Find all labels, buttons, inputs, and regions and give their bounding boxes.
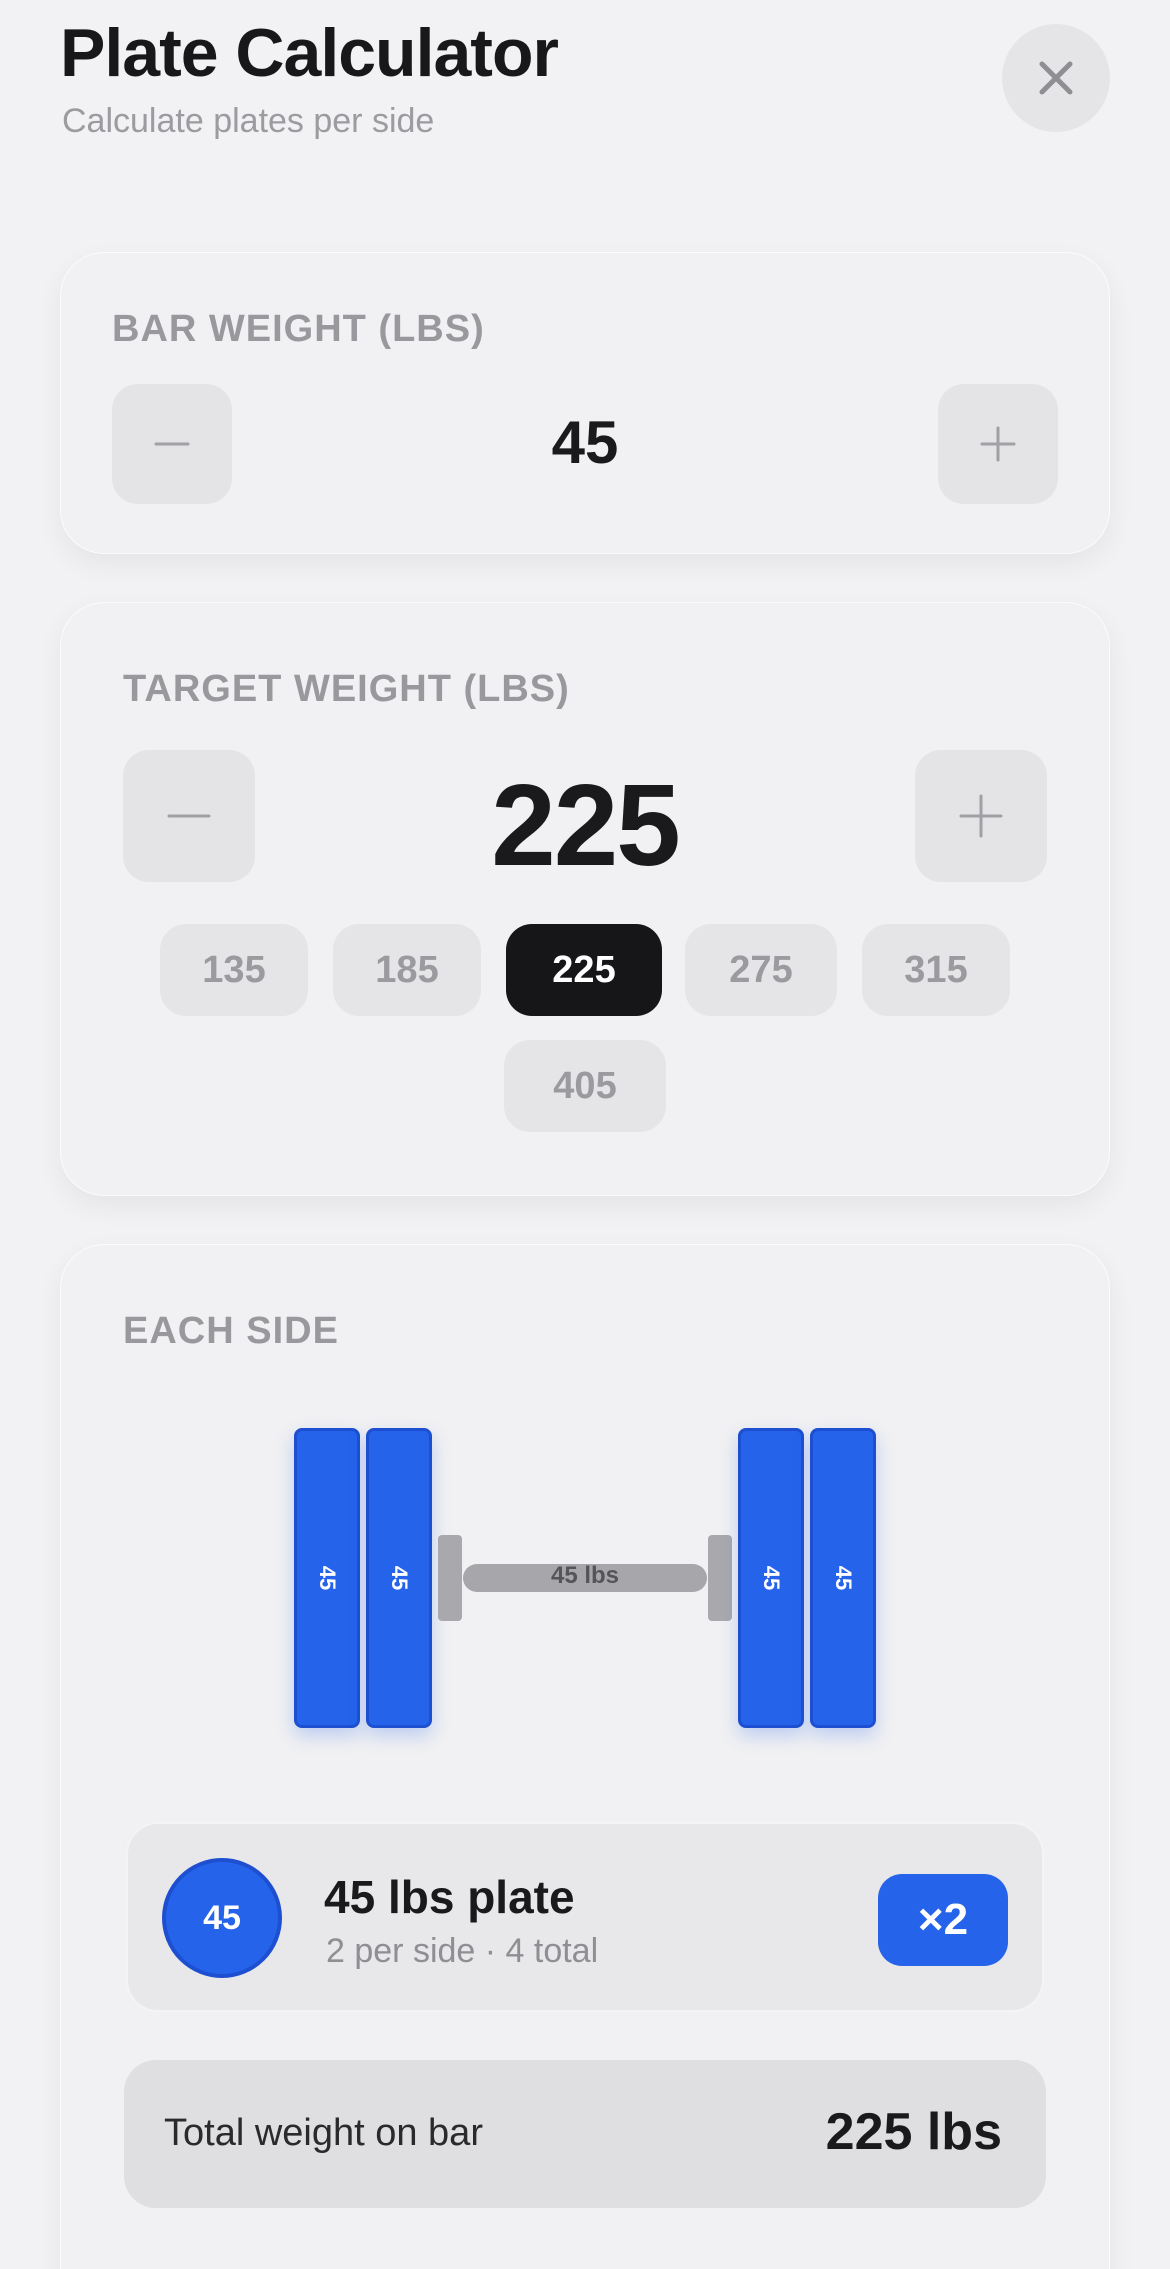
right-collar — [708, 1535, 732, 1621]
each-side-label: EACH SIDE — [123, 1310, 339, 1352]
close-icon — [1039, 61, 1073, 95]
left-plate-inner: 45 — [366, 1428, 432, 1728]
page-title: Plate Calculator — [60, 15, 559, 91]
plate-name: 45 lbs plate — [324, 1871, 575, 1923]
total-weight-label: Total weight on bar — [164, 2112, 483, 2154]
target-weight-card: TARGET WEIGHT (LBS) 225 135 185 225 275 … — [60, 602, 1110, 1196]
plus-icon — [959, 794, 1003, 838]
plate-badge: 45 — [162, 1858, 282, 1978]
left-plate-outer: 45 — [294, 1428, 360, 1728]
preset-chip-225[interactable]: 225 — [506, 924, 662, 1016]
bar-weight-card: BAR WEIGHT (LBS) 45 — [60, 252, 1110, 554]
left-collar — [438, 1535, 462, 1621]
preset-chip-405[interactable]: 405 — [504, 1040, 666, 1132]
target-weight-increment-button[interactable] — [915, 750, 1047, 882]
preset-chip-315[interactable]: 315 — [862, 924, 1010, 1016]
bar-weight-label: BAR WEIGHT (LBS) — [112, 308, 485, 350]
bar-weight-tag: 45 lbs — [550, 1562, 620, 1589]
plate-summary-row: 45 45 lbs plate 2 per side · 4 total ×2 — [126, 1822, 1044, 2012]
preset-chip-185[interactable]: 185 — [333, 924, 481, 1016]
right-plate-outer: 45 — [810, 1428, 876, 1728]
total-weight-value: 225 lbs — [825, 2103, 1002, 2161]
bar-weight-increment-button[interactable] — [938, 384, 1058, 504]
plus-icon — [980, 426, 1016, 462]
target-weight-label: TARGET WEIGHT (LBS) — [123, 668, 570, 710]
plate-detail: 2 per side · 4 total — [326, 1932, 599, 1970]
plate-count-badge: ×2 — [878, 1874, 1008, 1966]
right-plate-inner: 45 — [738, 1428, 804, 1728]
close-button[interactable] — [1002, 24, 1110, 132]
page-subtitle: Calculate plates per side — [62, 102, 435, 140]
preset-chip-275[interactable]: 275 — [685, 924, 837, 1016]
total-weight-row: Total weight on bar 225 lbs — [124, 2060, 1046, 2208]
preset-chip-135[interactable]: 135 — [160, 924, 308, 1016]
